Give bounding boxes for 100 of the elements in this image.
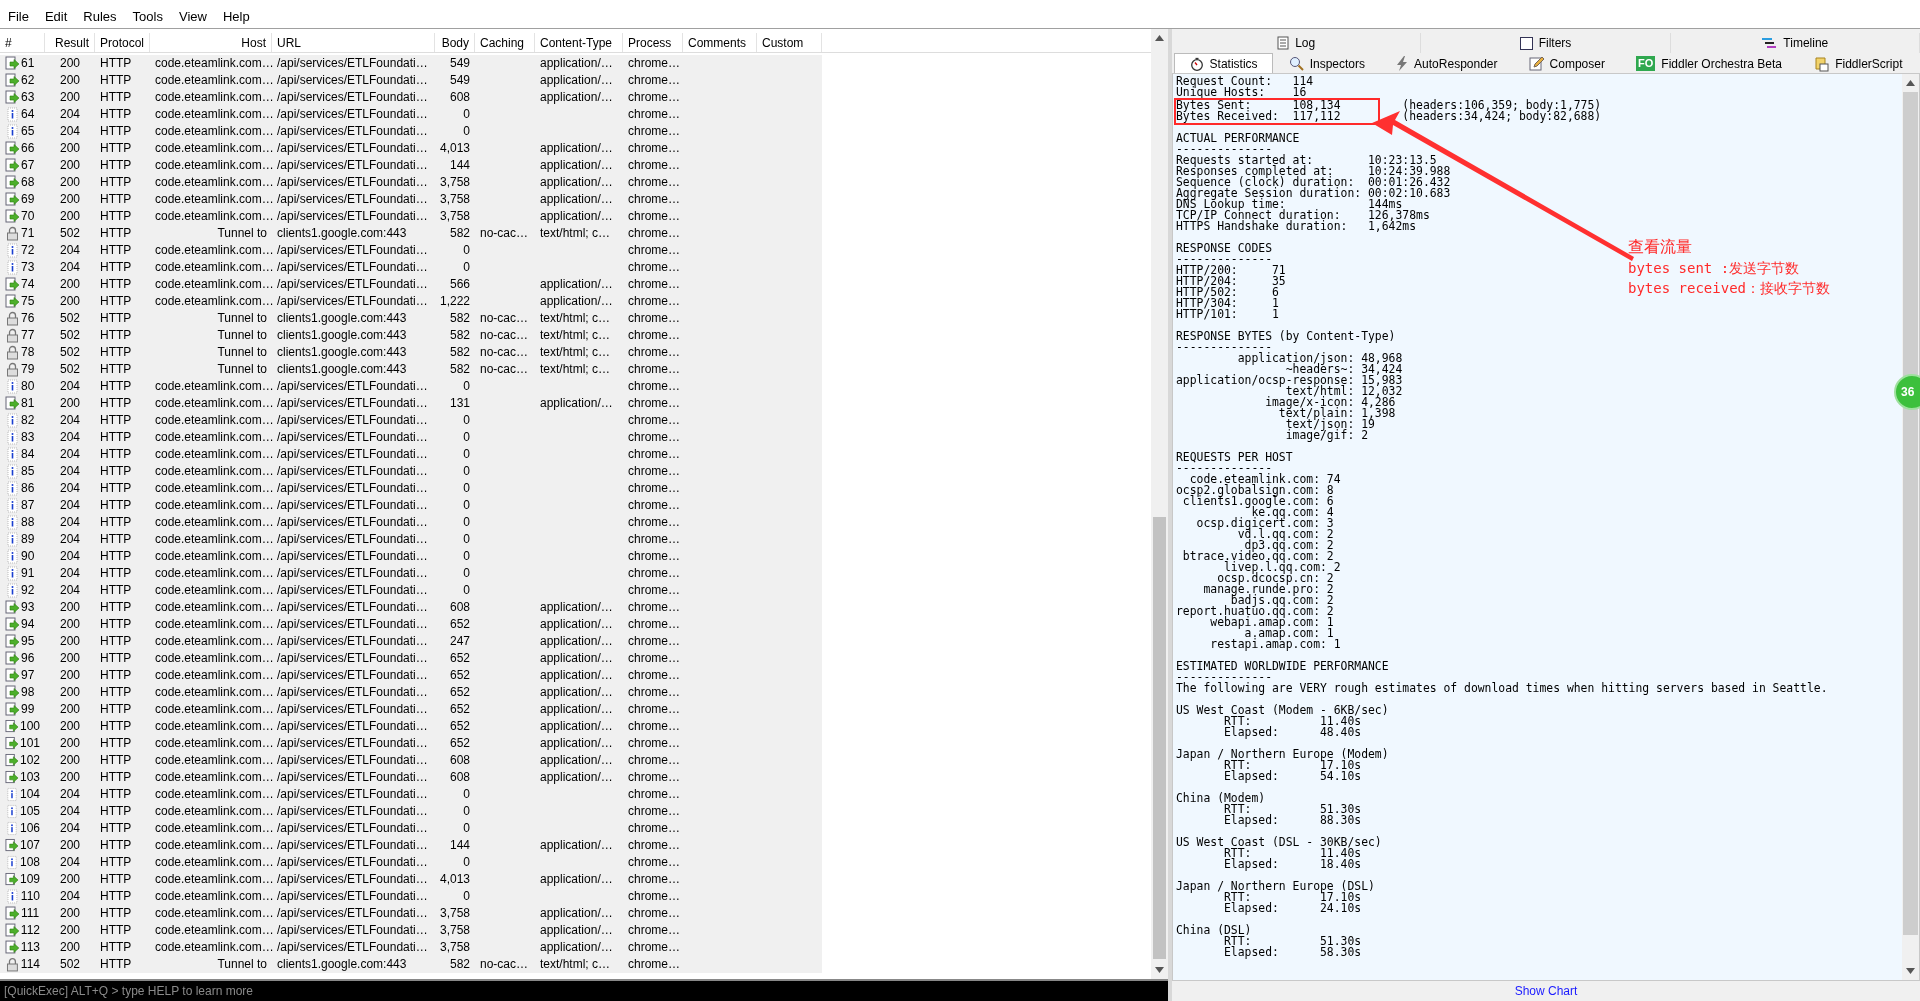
table-cell: application/… bbox=[540, 770, 613, 784]
table-cell: HTTP bbox=[100, 804, 132, 818]
statistics-line: Bytes Received: 117,112 (headers:34,424; body:82,688) bbox=[1176, 111, 1602, 122]
table-cell: /api/services/ETLFoundati… bbox=[277, 872, 428, 886]
statistics-line: China (DSL) bbox=[1176, 925, 1252, 936]
table-cell: code.eteamlink.com… bbox=[155, 600, 274, 614]
session-number: 92 bbox=[21, 582, 35, 599]
table-cell: /api/services/ETLFoundati… bbox=[277, 243, 428, 257]
column-header[interactable]: Comments bbox=[683, 33, 757, 52]
table-cell: /api/services/ETLFoundati… bbox=[277, 583, 428, 597]
table-cell: /api/services/ETLFoundati… bbox=[277, 277, 428, 291]
table-cell: /api/services/ETLFoundati… bbox=[277, 515, 428, 529]
show-chart-link[interactable]: Show Chart bbox=[1514, 982, 1578, 1000]
scroll-up-icon[interactable] bbox=[1906, 80, 1915, 86]
table-cell: 0 bbox=[463, 430, 470, 444]
statistics-line: text/html: 12,032 bbox=[1285, 386, 1403, 397]
info-icon bbox=[5, 243, 20, 258]
statistics-line: -------------- bbox=[1176, 342, 1272, 353]
lightning-icon bbox=[1396, 56, 1409, 71]
column-header[interactable]: Result bbox=[45, 33, 95, 52]
table-cell: /api/services/ETLFoundati… bbox=[277, 685, 428, 699]
tab[interactable]: Statistics bbox=[1174, 53, 1274, 73]
table-cell: HTTP bbox=[100, 736, 132, 750]
column-header[interactable]: Body bbox=[435, 33, 475, 52]
column-header[interactable]: URL bbox=[272, 33, 435, 52]
table-cell: 0 bbox=[463, 549, 470, 563]
scroll-thumb[interactable] bbox=[1153, 517, 1166, 959]
scroll-thumb[interactable] bbox=[1903, 92, 1918, 935]
scroll-down-icon[interactable] bbox=[1906, 968, 1915, 974]
session-number: 86 bbox=[21, 480, 35, 497]
table-cell: chrome… bbox=[628, 311, 680, 325]
table-cell: /api/services/ETLFoundati… bbox=[277, 209, 428, 223]
table-cell: HTTP bbox=[100, 651, 132, 665]
session-number: 64 bbox=[21, 106, 35, 123]
table-cell: chrome… bbox=[628, 141, 680, 155]
column-header[interactable]: Host bbox=[150, 33, 272, 52]
table-cell: 0 bbox=[463, 413, 470, 427]
annotation-text: bytes sent :发送字节数 bbox=[1628, 259, 1801, 278]
table-cell: code.eteamlink.com… bbox=[155, 532, 274, 546]
menu-item[interactable]: Help bbox=[222, 7, 250, 27]
session-number: 97 bbox=[21, 667, 35, 684]
column-header[interactable]: # bbox=[0, 33, 45, 52]
table-cell: application/… bbox=[540, 736, 613, 750]
column-header[interactable]: Content-Type bbox=[535, 33, 623, 52]
table-cell: HTTP bbox=[100, 923, 132, 937]
table-cell: code.eteamlink.com… bbox=[155, 940, 274, 954]
table-cell: code.eteamlink.com… bbox=[155, 889, 274, 903]
table-cell: application/… bbox=[540, 175, 613, 189]
statistics-line: US West Coast (Modem - 6KB/sec) bbox=[1176, 705, 1389, 716]
scroll-up-icon[interactable] bbox=[1155, 35, 1164, 41]
table-cell: no-cac… bbox=[480, 328, 529, 342]
scroll-down-icon[interactable] bbox=[1155, 967, 1164, 973]
table-cell: chrome… bbox=[628, 379, 680, 393]
scrollbar[interactable] bbox=[1902, 74, 1919, 980]
annotation-title: 查看流量 bbox=[1628, 237, 1693, 257]
session-number: 88 bbox=[21, 514, 35, 531]
menu-item[interactable]: File bbox=[8, 7, 29, 27]
table-cell: code.eteamlink.com… bbox=[155, 430, 274, 444]
table-cell: chrome… bbox=[628, 634, 680, 648]
column-header[interactable]: Protocol bbox=[95, 33, 150, 52]
table-cell: 204 bbox=[60, 430, 80, 444]
statistics-line: restapi.amap.com: 1 bbox=[1209, 639, 1341, 650]
table-cell: application/… bbox=[540, 872, 613, 886]
table-cell: Tunnel to bbox=[217, 345, 267, 359]
table-cell: text/html; c… bbox=[540, 328, 610, 342]
statistics-line: HTTP/304: 1 bbox=[1176, 298, 1279, 309]
document-arrow-icon bbox=[5, 940, 20, 955]
table-cell: code.eteamlink.com… bbox=[155, 260, 274, 274]
column-header[interactable]: Process bbox=[623, 33, 683, 52]
table-cell: /api/services/ETLFoundati… bbox=[277, 940, 428, 954]
menu-item[interactable]: Edit bbox=[44, 7, 68, 27]
table-cell: 200 bbox=[60, 294, 80, 308]
menu-item[interactable]: Rules bbox=[83, 7, 117, 27]
column-header[interactable]: Caching bbox=[475, 33, 535, 52]
scrollbar[interactable] bbox=[1151, 29, 1168, 979]
menu-item[interactable]: View bbox=[178, 7, 207, 27]
table-cell: 3,758 bbox=[440, 906, 471, 920]
table-cell: chrome… bbox=[628, 175, 680, 189]
table-cell: /api/services/ETLFoundati… bbox=[277, 379, 428, 393]
menu-item[interactable]: Tools bbox=[132, 7, 163, 27]
table-cell: 582 bbox=[449, 957, 470, 971]
table-cell: HTTP bbox=[100, 192, 132, 206]
statistics-line: Responses completed at: 10:24:39.988 bbox=[1176, 166, 1451, 177]
statistics-line: DNS Lookup time: 144ms bbox=[1176, 199, 1403, 210]
table-cell: HTTP bbox=[100, 515, 132, 529]
table-cell: code.eteamlink.com… bbox=[155, 379, 274, 393]
table-cell: application/… bbox=[540, 685, 613, 699]
document-arrow-icon bbox=[5, 668, 20, 683]
table-cell: chrome… bbox=[628, 719, 680, 733]
table-cell: chrome… bbox=[628, 345, 680, 359]
statistics-line: application/ocsp-response: 15,983 bbox=[1176, 375, 1403, 386]
statistics-line: ocsp.digicert.com: 3 bbox=[1195, 518, 1334, 529]
statistics-line: US West Coast (DSL - 30KB/sec) bbox=[1176, 837, 1382, 848]
table-cell: /api/services/ETLFoundati… bbox=[277, 107, 428, 121]
table-cell: /api/services/ETLFoundati… bbox=[277, 736, 428, 750]
table-cell: 200 bbox=[60, 736, 80, 750]
table-cell: 0 bbox=[463, 107, 470, 121]
table-cell: Tunnel to bbox=[217, 311, 267, 325]
column-header[interactable]: Custom bbox=[757, 33, 822, 52]
orchestra-logo: FO bbox=[1636, 56, 1656, 71]
